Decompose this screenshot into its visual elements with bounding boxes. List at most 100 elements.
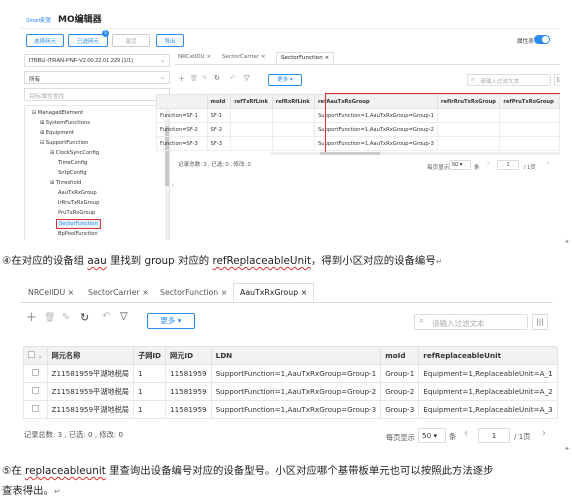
column-header[interactable]	[156, 94, 208, 109]
tab-sectorcarrier[interactable]: SectorCarrier ×	[222, 54, 266, 60]
select-all-checkbox	[28, 351, 35, 358]
tab-nrcelldu[interactable]: NRCellDU ×	[178, 54, 211, 60]
prev-page-icon[interactable]: ‹	[464, 428, 468, 439]
tree-item-aautxrxgroup[interactable]: AauTxRxGroup	[58, 190, 97, 196]
tree-search-placeholder: 目标/属性查找	[29, 94, 65, 100]
close-icon: ×	[142, 288, 149, 297]
column-header[interactable]: refReplaceableUnit	[418, 346, 558, 365]
tree-item-systemfunctions[interactable]: ⊞ SystemFunctions	[40, 120, 90, 126]
per-page-unit: 条	[449, 432, 457, 441]
app-name: Smart配置	[26, 18, 52, 24]
next-page-icon[interactable]: ›	[542, 428, 546, 439]
column-header[interactable]: 网元ID	[165, 346, 212, 365]
per-page-label: 每页显示	[386, 433, 415, 442]
panel-splitter-icon[interactable]: ⁞	[172, 182, 174, 189]
selected-count-badge: 1	[102, 30, 109, 37]
undo-icon[interactable]: ↶	[230, 74, 236, 82]
add-icon[interactable]: +	[178, 74, 185, 83]
column-header[interactable]: moId	[206, 94, 232, 109]
row-checkbox	[31, 369, 39, 376]
tab-sectorfunction[interactable]: SectorFunction ×	[276, 52, 335, 64]
tab-sectorcarrier[interactable]: SectorCarrier ×	[88, 288, 149, 297]
h-scrollbar[interactable]	[270, 152, 560, 155]
table-filter-placeholder: 请输入过滤文本	[480, 79, 520, 85]
tab-underline	[175, 64, 560, 65]
delete-icon[interactable]: 🗑	[44, 313, 55, 323]
column-header[interactable]: 子网ID	[132, 346, 167, 365]
tree-item-bppoolfunction[interactable]: BpPoolFunction	[58, 231, 98, 237]
tree-item-prutxrxgroup[interactable]: PruTxRxGroup	[58, 210, 95, 216]
export-button[interactable]: 导出	[156, 34, 184, 47]
tree-item-managedelement[interactable]: ⊟ ManagedElement	[32, 110, 83, 116]
per-page-label: 每页显示	[427, 165, 450, 171]
filter-select-value: 所有	[29, 77, 41, 83]
record-summary: 记录总数: 3 , 已选: 0 , 修改: 0	[24, 430, 124, 439]
search-icon: ⌕	[419, 316, 425, 326]
page-total: / 1页	[524, 165, 536, 171]
tree-item-equipment[interactable]: ⊞ Equipment	[40, 130, 74, 136]
column-header[interactable]: LDN	[210, 346, 382, 365]
activate-button[interactable]: 激活	[112, 34, 150, 47]
page-input[interactable]: 1	[478, 428, 510, 443]
tab-underline	[20, 302, 553, 303]
add-icon[interactable]: +	[26, 310, 37, 325]
close-icon: ×	[324, 55, 330, 61]
next-page-icon[interactable]: ›	[547, 160, 549, 167]
ne-select[interactable]: ITBBU-ITRAN-PNF-V2.00.22.01.229 (1/1) ⌄	[24, 54, 170, 67]
close-icon: ×	[206, 54, 212, 60]
ne-select-value: ITBBU-ITRAN-PNF-V2.00.22.01.229 (1/1)	[29, 58, 134, 64]
tree-item-timeconfig[interactable]: TimeConfig	[58, 160, 87, 166]
edit-icon[interactable]: ✎	[202, 74, 208, 82]
step5-caption-line1: ⑤在 replaceableunit 里查询出设备编号对应的设备型号。小区对应哪…	[2, 465, 494, 477]
page-total: / 1页	[514, 432, 531, 441]
filter-select[interactable]: 所有 ⌄	[24, 71, 170, 84]
highlight-box	[325, 93, 560, 154]
page-title: MO编辑器	[58, 15, 102, 25]
tab-nrcelldu[interactable]: NRCellDU ×	[28, 288, 74, 297]
tree-item-threshold[interactable]: ⊞ Threshold	[50, 180, 81, 186]
table-row[interactable]: Z11581959平湖地税局 1 11581959 SupportFunction=1…	[23, 400, 558, 419]
column-header[interactable]: refTxRfLink	[230, 94, 273, 109]
paragraph-mark-icon: ✦	[564, 445, 570, 453]
chevron-down-icon: ⌄	[159, 57, 165, 64]
more-button[interactable]: 更多 ▾	[268, 74, 302, 86]
tree-item-sntpconfig[interactable]: SntpConfig	[58, 170, 87, 176]
table-header-row: ⌄ 网元名称 子网ID 网元ID LDN moId refReplaceable…	[23, 346, 558, 365]
more-button[interactable]: 更多 ▾	[147, 313, 195, 329]
table-filter-input[interactable]: ⌕ 请输入过滤文本	[414, 314, 528, 330]
column-header[interactable]: refRxRfLink	[271, 94, 316, 109]
filter-icon[interactable]: ▽	[120, 311, 128, 322]
edit-icon[interactable]: ✎	[62, 312, 70, 323]
select-all-header[interactable]: ⌄	[23, 346, 48, 365]
close-icon: ×	[300, 288, 308, 297]
per-page-select[interactable]: 50 ▾	[418, 428, 446, 443]
column-header[interactable]: moId	[380, 346, 420, 365]
table-row[interactable]: Z11581959平湖地税局 1 11581959 SupportFunction=1…	[23, 382, 558, 401]
tab-aautxrxgroup[interactable]: AauTxRxGroup ×	[233, 283, 315, 302]
tree-item-supportfunction[interactable]: ⊟ SupportFunction	[40, 140, 88, 146]
page-input[interactable]: 1	[497, 160, 519, 170]
attr-table-toggle[interactable]	[534, 35, 550, 44]
per-page-select[interactable]: 50 ▾	[449, 160, 471, 170]
tree-item-sectorfunction[interactable]: SectorFunction	[56, 219, 101, 229]
delete-icon[interactable]: 🗑	[190, 75, 198, 82]
column-settings-icon[interactable]: |||	[554, 74, 560, 86]
tree-item-irrrutxrxgroup[interactable]: IrRruTxRxGroup	[58, 200, 99, 206]
refresh-icon[interactable]: ↻	[80, 311, 89, 324]
row-checkbox	[31, 387, 39, 394]
column-header[interactable]: 网元名称	[46, 346, 135, 365]
record-summary: 记录总数: 3 , 已选: 0 , 修改: 0	[178, 162, 251, 168]
filter-icon[interactable]: ▽	[244, 74, 249, 82]
table-row[interactable]: Z11581959平湖地税局 1 11581959 SupportFunction=1…	[23, 364, 558, 383]
per-page-unit: 条	[474, 165, 480, 171]
refresh-icon[interactable]: ↻	[214, 74, 220, 82]
table-filter-input[interactable]: ⌕ 请输入过滤文本	[467, 74, 551, 86]
undo-icon[interactable]: ↶	[102, 311, 110, 322]
prev-page-icon[interactable]: ‹	[487, 160, 489, 167]
tree-search-input[interactable]: 目标/属性查找	[24, 88, 170, 101]
column-settings-icon[interactable]: |||	[532, 314, 548, 330]
select-ne-button[interactable]: 选择网元	[26, 34, 64, 47]
close-icon: ×	[260, 54, 266, 60]
tab-sectorfunction[interactable]: SectorFunction ×	[160, 288, 227, 297]
tree-item-clocksyncconfig[interactable]: ⊞ ClockSyncConfig	[50, 150, 99, 156]
